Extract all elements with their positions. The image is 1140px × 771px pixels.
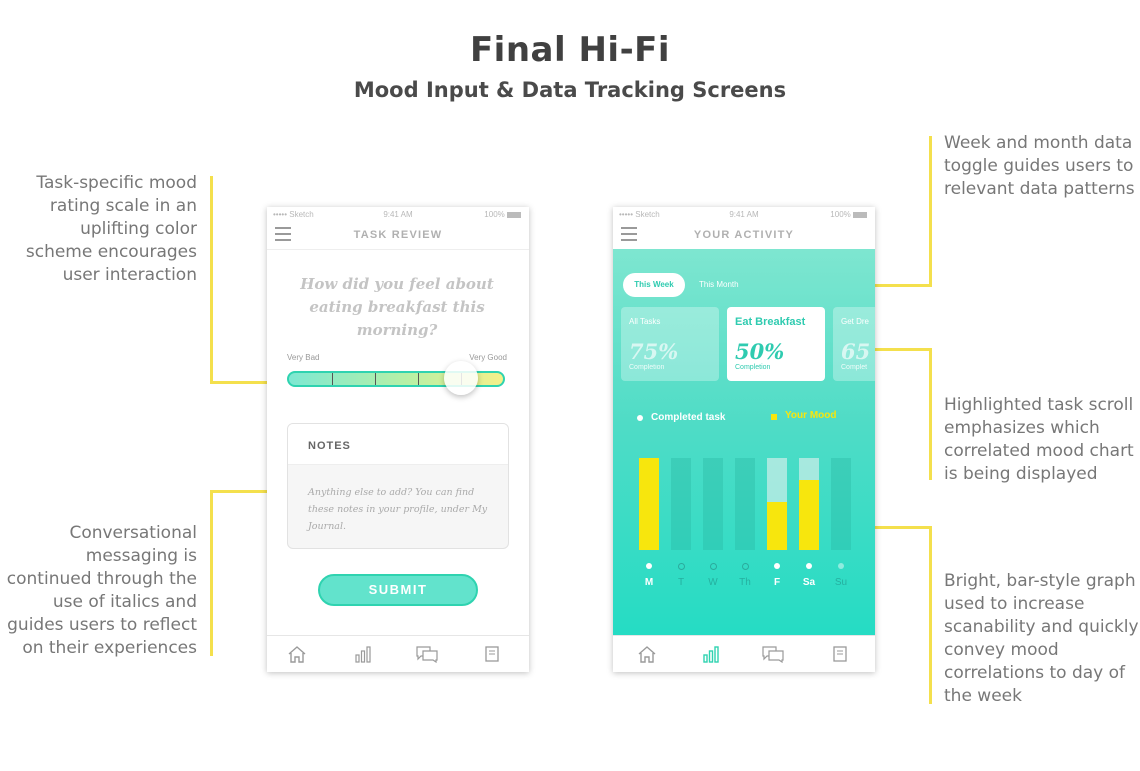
annotation-line: [210, 176, 213, 384]
mood-bar-f: [767, 502, 787, 550]
nav-title: TASK REVIEW: [353, 229, 443, 241]
notes-title: NOTES: [308, 440, 351, 452]
page-title: Final Hi-Fi: [469, 30, 671, 70]
annotation-italics: Conversational messaging is continued th…: [6, 523, 197, 658]
bar-track-su: [831, 458, 851, 550]
annotation-toggle: Week and month data toggle guides users …: [944, 133, 1135, 199]
task-review-screen: ••••• Sketch 9:41 AM 100% TASK REVIEW Ho…: [267, 207, 529, 672]
notes-input[interactable]: Anything else to add? You can find these…: [308, 484, 488, 535]
completion-dot-th: [742, 563, 749, 570]
scale-high-label: Very Good: [469, 353, 507, 362]
journal-icon[interactable]: [830, 645, 850, 663]
chat-icon[interactable]: [415, 645, 439, 663]
notes-card: NOTES Anything else to add? You can find…: [287, 423, 509, 549]
completion-dot-su: [838, 563, 844, 569]
home-icon[interactable]: [287, 645, 307, 663]
annotation-bar-graph: Bright, bar-style graph used to increase…: [944, 571, 1139, 706]
activity-screen: ••••• Sketch 9:41 AM 100% YOUR ACTIVITY …: [613, 207, 875, 672]
home-icon[interactable]: [637, 645, 657, 663]
journal-icon[interactable]: [482, 645, 502, 663]
day-label-sa: Sa: [802, 577, 816, 588]
chart-icon[interactable]: [701, 645, 721, 663]
completion-dot-f: [774, 563, 780, 569]
day-label-f: F: [773, 577, 781, 588]
bar-track-th: [735, 458, 755, 550]
status-bar: ••••• Sketch 9:41 AM 100%: [267, 207, 529, 221]
bar-track-t: [671, 458, 691, 550]
scale-low-label: Very Bad: [287, 353, 320, 362]
day-label-t: T: [677, 577, 685, 588]
annotation-rating-scale: Task-specific mood rating scale in an up…: [25, 173, 197, 285]
slider-knob[interactable]: [444, 361, 479, 395]
chart-icon[interactable]: [353, 645, 373, 663]
annotation-line: [929, 526, 932, 704]
completion-dot-t: [678, 563, 685, 570]
tab-bar: [613, 635, 875, 672]
annotation-line: [210, 381, 274, 384]
completion-dot-sa: [806, 563, 812, 569]
page-subtitle: Mood Input & Data Tracking Screens: [353, 78, 787, 102]
day-label-w: W: [708, 577, 718, 588]
mood-bar-sa: [799, 480, 819, 550]
annotation-line: [929, 136, 932, 286]
battery-label: 100%: [484, 210, 521, 219]
mood-bar-chart: M T W Th F Sa Su: [613, 207, 875, 636]
completion-dot-m: [646, 563, 652, 569]
bar-track-w: [703, 458, 723, 550]
annotation-line: [210, 490, 213, 656]
annotation-line: [929, 348, 932, 480]
nav-bar: TASK REVIEW: [267, 221, 529, 250]
annotation-task-scroll: Highlighted task scroll emphasizes which…: [944, 395, 1134, 484]
mood-bar-m: [639, 458, 659, 550]
day-label-th: Th: [739, 577, 751, 588]
chat-icon[interactable]: [761, 645, 785, 663]
mood-question: How did you feel about eating breakfast …: [300, 275, 494, 339]
day-label-su: Su: [834, 577, 848, 588]
submit-button[interactable]: SUBMIT: [318, 574, 478, 606]
day-label-m: M: [644, 577, 654, 588]
completion-dot-w: [710, 563, 717, 570]
tab-bar: [267, 635, 529, 672]
